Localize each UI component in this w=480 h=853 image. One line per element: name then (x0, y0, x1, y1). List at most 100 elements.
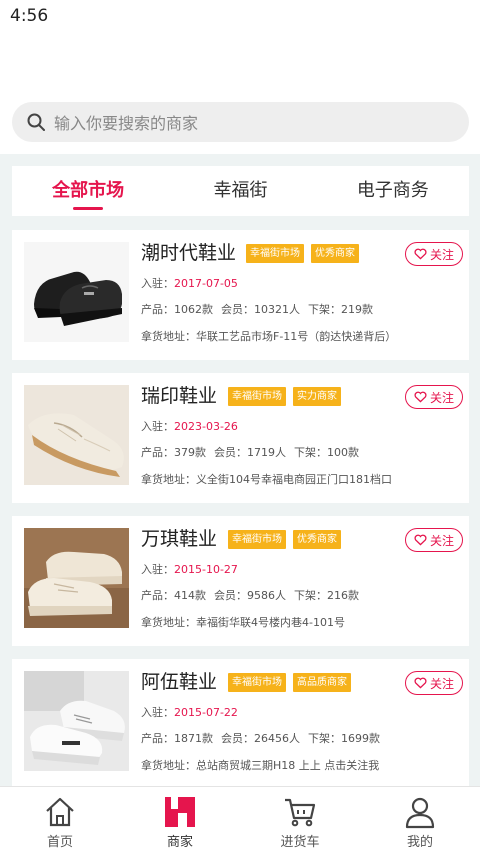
address-label: 拿货地址： (141, 616, 196, 629)
address-text: 幸福街华联4号楼内巷4-101号 (196, 616, 345, 629)
search-placeholder: 输入你要搜索的商家 (54, 114, 199, 133)
status-time: 4:56 (10, 6, 49, 26)
follow-label: 关注 (429, 390, 454, 405)
tab-all-markets[interactable]: 全部市场 (12, 166, 164, 216)
address-text: 义全街104号幸福电商园正门口181档口 (196, 473, 392, 486)
products-count: 414款 (174, 589, 206, 602)
merchant-badge: 高品质商家 (293, 673, 351, 692)
shop-card[interactable]: 阿伍鞋业 幸福街市场 高品质商家 关注 入驻：2015-07-22 产品：187… (12, 659, 469, 789)
shop-thumbnail (24, 528, 129, 628)
members-count: 1719人 (247, 446, 286, 459)
joined-label: 入驻： (141, 706, 174, 719)
shelf-label: 下架： (294, 589, 327, 602)
shelf-label: 下架： (308, 303, 341, 316)
address-row: 拿货地址：幸福街华联4号楼内巷4-101号 (141, 614, 345, 630)
shop-name[interactable]: 瑞印鞋业 (141, 381, 217, 408)
follow-label: 关注 (429, 533, 454, 548)
search-icon (27, 113, 45, 131)
shelf-label: 下架： (308, 732, 341, 745)
products-label: 产品： (141, 589, 174, 602)
address-row: 拿货地址：总站商贸城三期H18 上上 点击关注我 (141, 757, 379, 773)
cart-icon (285, 798, 316, 827)
nav-shops[interactable]: 商家 (120, 787, 240, 853)
market-tabs: 全部市场 幸福街 电子商务 (12, 166, 469, 216)
badge-group: 幸福街市场 优秀商家 (246, 244, 359, 263)
shoe-image (24, 671, 129, 771)
shop-thumbnail (24, 242, 129, 342)
shelf-count: 219款 (341, 303, 373, 316)
joined-date: 2015-07-22 (174, 706, 238, 719)
nav-cart[interactable]: 进货车 (240, 787, 360, 853)
shop-icon (165, 797, 195, 827)
shop-card[interactable]: 万琪鞋业 幸福街市场 优秀商家 关注 入驻：2015-10-27 产品：414款… (12, 516, 469, 646)
badge-group: 幸福街市场 高品质商家 (228, 673, 351, 692)
shelf-label: 下架： (294, 446, 327, 459)
follow-label: 关注 (429, 247, 454, 262)
heart-icon (414, 534, 427, 546)
bottom-nav: 首页 商家 进货车 我的 (0, 786, 480, 853)
products-label: 产品： (141, 303, 174, 316)
shelf-count: 216款 (327, 589, 359, 602)
members-count: 9586人 (247, 589, 286, 602)
joined-label: 入驻： (141, 277, 174, 290)
user-icon (405, 797, 435, 829)
shoe-image (24, 385, 129, 485)
follow-button[interactable]: 关注 (405, 671, 463, 695)
shop-card[interactable]: 潮时代鞋业 幸福街市场 优秀商家 关注 入驻：2017-07-05 产品：106… (12, 230, 469, 360)
products-label: 产品： (141, 446, 174, 459)
members-label: 会员： (214, 446, 247, 459)
follow-button[interactable]: 关注 (405, 528, 463, 552)
joined-date: 2017-07-05 (174, 277, 238, 290)
badge-group: 幸福街市场 优秀商家 (228, 530, 341, 549)
joined-row: 入驻：2015-07-22 (141, 704, 238, 720)
joined-row: 入驻：2023-03-26 (141, 418, 238, 434)
badge-group: 幸福街市场 实力商家 (228, 387, 341, 406)
status-bar: 4:56 (0, 0, 480, 34)
home-icon (46, 797, 74, 827)
search-input[interactable]: 输入你要搜索的商家 (12, 102, 469, 142)
tab-label: 全部市场 (52, 180, 125, 201)
tab-ecommerce[interactable]: 电子商务 (317, 166, 469, 216)
members-count: 10321人 (254, 303, 300, 316)
tab-label: 幸福街 (213, 180, 268, 201)
stats-row: 产品：379款 会员：1719人 下架：100款 (141, 444, 359, 460)
follow-button[interactable]: 关注 (405, 242, 463, 266)
products-label: 产品： (141, 732, 174, 745)
shop-thumbnail (24, 671, 129, 771)
market-badge: 幸福街市场 (228, 673, 286, 692)
tab-label: 电子商务 (356, 180, 429, 201)
address-label: 拿货地址： (141, 759, 196, 772)
merchant-badge: 优秀商家 (293, 530, 341, 549)
heart-icon (414, 677, 427, 689)
shelf-count: 100款 (327, 446, 359, 459)
members-label: 会员： (221, 732, 254, 745)
address-row: 拿货地址：义全街104号幸福电商园正门口181档口 (141, 471, 392, 487)
shop-thumbnail (24, 385, 129, 485)
shop-name[interactable]: 阿伍鞋业 (141, 667, 217, 694)
shop-card[interactable]: 瑞印鞋业 幸福街市场 实力商家 关注 入驻：2023-03-26 产品：379款… (12, 373, 469, 503)
follow-label: 关注 (429, 676, 454, 691)
shop-name[interactable]: 万琪鞋业 (141, 524, 217, 551)
nav-profile[interactable]: 我的 (360, 787, 480, 853)
stats-row: 产品：1871款 会员：26456人 下架：1699款 (141, 730, 380, 746)
shoe-image (24, 528, 129, 628)
tab-xingfu-street[interactable]: 幸福街 (164, 166, 316, 216)
address-text: 华联工艺品市场F-11号（韵达快递背后） (196, 330, 397, 343)
shop-name[interactable]: 潮时代鞋业 (141, 238, 236, 265)
nav-label: 我的 (406, 835, 433, 850)
nav-home[interactable]: 首页 (0, 787, 120, 853)
address-label: 拿货地址： (141, 473, 196, 486)
nav-label: 进货车 (280, 835, 320, 850)
nav-label: 首页 (46, 835, 73, 850)
members-count: 26456人 (254, 732, 300, 745)
products-count: 379款 (174, 446, 206, 459)
stats-row: 产品：414款 会员：9586人 下架：216款 (141, 587, 359, 603)
joined-label: 入驻： (141, 420, 174, 433)
stats-row: 产品：1062款 会员：10321人 下架：219款 (141, 301, 373, 317)
address-text: 总站商贸城三期H18 上上 点击关注我 (196, 759, 380, 772)
merchant-badge: 优秀商家 (311, 244, 359, 263)
tab-active-indicator (73, 207, 104, 210)
follow-button[interactable]: 关注 (405, 385, 463, 409)
joined-label: 入驻： (141, 563, 174, 576)
heart-icon (414, 391, 427, 403)
